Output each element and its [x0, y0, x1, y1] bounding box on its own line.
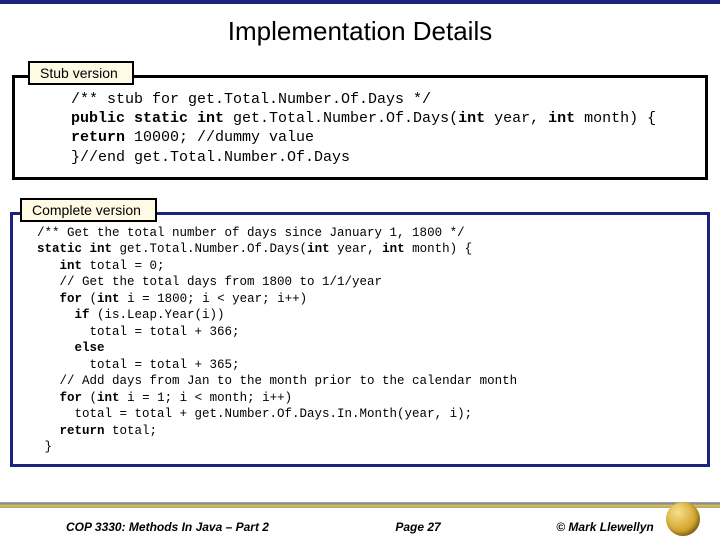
footer: COP 3330: Methods In Java – Part 2 Page … — [0, 520, 720, 534]
footer-divider — [0, 502, 720, 508]
complete-version-label: Complete version — [20, 198, 157, 222]
footer-course: COP 3330: Methods In Java – Part 2 — [16, 520, 330, 534]
footer-page: Page 27 — [330, 520, 506, 534]
top-accent-bar — [0, 0, 720, 4]
stub-version-label: Stub version — [28, 61, 134, 85]
complete-code-block: /** Get the total number of days since J… — [10, 212, 710, 467]
stub-code-block: /** stub for get.Total.Number.Of.Days */… — [12, 75, 708, 180]
page-title: Implementation Details — [0, 16, 720, 47]
ucf-logo-icon — [666, 502, 700, 536]
